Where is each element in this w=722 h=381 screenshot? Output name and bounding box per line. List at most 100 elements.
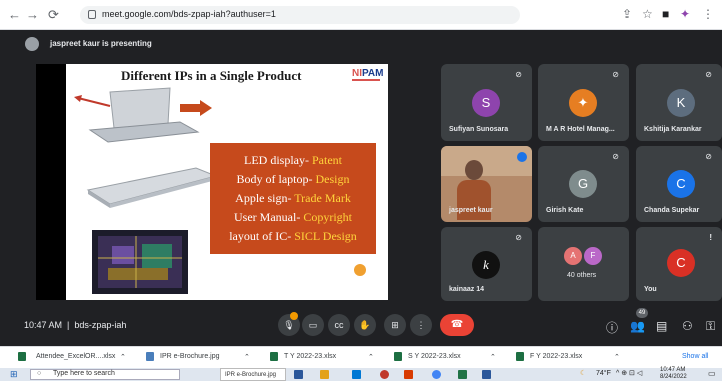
participant-tile[interactable]: ⊘ K Kshitija Karankar [636, 64, 722, 141]
participant-tile[interactable]: ⊘ C Chanda Supekar [636, 146, 722, 222]
participant-name: Sufiyan Sunosara [449, 126, 509, 133]
lock-icon [88, 10, 96, 19]
taskbar-app-icon[interactable] [294, 370, 303, 379]
excel-file-icon [270, 352, 278, 361]
avatar: K [667, 89, 695, 117]
hotel-logo-avatar: ✦ [569, 89, 597, 117]
meeting-details-icon[interactable]: ⓘ [606, 319, 618, 336]
image-file-icon [146, 352, 154, 361]
avatar: G [569, 170, 597, 198]
chevron-up-icon[interactable]: ⌃ [614, 353, 620, 361]
star-icon[interactable]: ☆ [642, 7, 653, 21]
participant-name: Chanda Supekar [644, 207, 700, 214]
participant-count-badge: 49 [636, 308, 648, 318]
browser-toolbar: ← → ⟳ meet.google.com/bds-zpap-iah?authu… [0, 0, 722, 30]
presenter-avatar [25, 37, 39, 51]
excel-file-icon [18, 352, 26, 361]
participant-name: You [644, 286, 657, 293]
mic-muted-icon: ⊘ [705, 152, 712, 161]
chevron-up-icon[interactable]: ⌃ [120, 353, 126, 361]
others-count-label: 40 others [567, 272, 597, 279]
download-item[interactable]: F Y 2022-23.xlsx [530, 353, 582, 360]
arrow-right-red-icon [180, 100, 212, 116]
weather-icon: ☾ [580, 370, 587, 377]
presenter-body [457, 180, 491, 220]
chevron-up-icon[interactable]: ⌃ [368, 353, 374, 361]
self-tile[interactable]: ! C You [636, 227, 722, 301]
mic-muted-icon: ⊘ [515, 233, 522, 242]
participant-tile[interactable]: ⊘ G Girish Kate [538, 146, 629, 222]
address-bar[interactable]: meet.google.com/bds-zpap-iah?authuser=1 [80, 6, 520, 24]
captions-button[interactable]: cc [328, 314, 350, 336]
participant-name: jaspreet kaur [449, 207, 493, 214]
present-button[interactable]: ⊞ [384, 314, 406, 336]
taskbar-app-icon[interactable] [352, 370, 361, 379]
taskbar-app-icon[interactable] [404, 370, 413, 379]
speaking-icon [517, 152, 527, 162]
ic-chip-image [92, 230, 188, 294]
participant-tile-video[interactable]: jaspreet kaur [441, 146, 532, 222]
download-item[interactable]: Attendee_ExcelOR....xlsx [36, 353, 115, 360]
raise-hand-button[interactable]: ✋ [354, 314, 376, 336]
slide-number-badge [354, 264, 366, 276]
taskbar: ⊞ ○ Type here to search IPR e-Brochure.j… [0, 367, 722, 381]
avatar: C [667, 249, 695, 277]
participant-tile[interactable]: ⊘ S Sufiyan Sunosara [441, 64, 532, 141]
download-item[interactable]: IPR e-Brochure.jpg [160, 353, 220, 360]
chat-icon[interactable]: ▤ [656, 319, 667, 333]
mic-muted-icon: ⊘ [515, 70, 522, 79]
camera-button[interactable]: ▭ [302, 314, 324, 336]
notification-icon[interactable]: ▭ [708, 369, 716, 378]
mic-muted-icon: ⊘ [705, 70, 712, 79]
taskbar-search-placeholder: Type here to search [53, 370, 115, 377]
arrow-left-red-icon [74, 95, 111, 107]
forward-icon[interactable]: → [26, 7, 39, 23]
logo-underline [352, 79, 380, 81]
participant-name: Girish Kate [546, 207, 584, 214]
ip-line-1: LED display- Patent [244, 153, 342, 167]
avatar: A [564, 247, 582, 265]
people-icon[interactable]: 👥 [630, 319, 645, 333]
activities-icon[interactable]: ⚇ [682, 319, 693, 333]
presenter-label: jaspreet kaur is presenting [50, 39, 152, 48]
leave-call-button[interactable]: ☎ [440, 314, 474, 336]
avatar: F [584, 247, 602, 265]
download-item[interactable]: T Y 2022-23.xlsx [284, 353, 336, 360]
ip-line-2: Body of laptop- Design [236, 172, 350, 186]
back-icon[interactable]: ← [8, 7, 21, 23]
windows-start-icon[interactable]: ⊞ [10, 369, 18, 380]
taskbar-search[interactable]: ○ Type here to search [30, 369, 180, 380]
meeting-controls: 10:47 AM | bds-zpap-iah 🎙 ▭ cc ✋ ⊞ ⋮ ☎ ⓘ… [0, 306, 722, 346]
ip-list-box: LED display- Patent Body of laptop- Desi… [210, 143, 376, 254]
taskbar-thumbnail[interactable]: IPR e-Brochure.jpg [220, 368, 286, 381]
alert-icon: ! [709, 233, 712, 242]
taskbar-clock[interactable]: 10:47 AM 8/24/2022 [660, 367, 687, 381]
participant-name: Kshitija Karankar [644, 126, 702, 133]
weather-temp: 74°F [596, 370, 611, 377]
share-icon[interactable]: ⇪ [622, 7, 632, 21]
taskbar-app-icon[interactable] [380, 370, 389, 379]
host-controls-icon[interactable]: ⚿ [706, 319, 715, 334]
participant-tile[interactable]: ⊘ ✦ M A R Hotel Manag... [538, 64, 629, 141]
reload-icon[interactable]: ⟳ [48, 7, 59, 23]
chrome-taskbar-icon[interactable] [432, 370, 441, 379]
participant-tile[interactable]: ⊘ k kainaaz 14 [441, 227, 532, 301]
extension-icon[interactable]: ✦ [680, 7, 690, 21]
tab-search-icon[interactable]: ■ [662, 7, 669, 21]
menu-icon[interactable]: ⋮ [702, 7, 714, 21]
others-tile[interactable]: A F 40 others [538, 227, 629, 301]
downloads-bar: Attendee_ExcelOR....xlsx ⌃ IPR e-Brochur… [0, 346, 722, 368]
show-all-button[interactable]: Show all [682, 353, 708, 360]
download-item[interactable]: S Y 2022-23.xlsx [408, 353, 461, 360]
participant-name: kainaaz 14 [449, 286, 485, 293]
search-icon: ○ [37, 370, 42, 377]
taskbar-app-icon[interactable] [458, 370, 467, 379]
chevron-up-icon[interactable]: ⌃ [244, 353, 250, 361]
chevron-up-icon[interactable]: ⌃ [490, 353, 496, 361]
laptop-closed-image [86, 167, 218, 208]
taskbar-app-icon[interactable] [320, 370, 329, 379]
tray-icons[interactable]: ^ ⊕ ⊡ ◁ [616, 369, 642, 377]
word-taskbar-icon[interactable] [482, 370, 491, 379]
more-options-button[interactable]: ⋮ [410, 314, 432, 336]
avatar: S [472, 89, 500, 117]
